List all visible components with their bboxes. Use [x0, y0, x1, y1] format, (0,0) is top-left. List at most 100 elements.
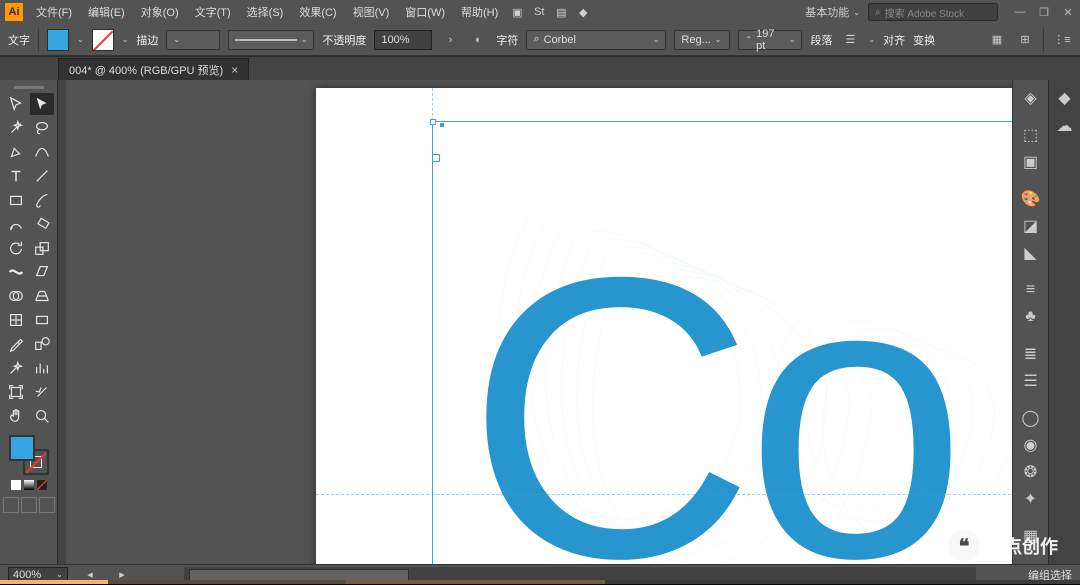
rectangle-tool[interactable]: [4, 189, 28, 211]
cloud-icon[interactable]: ☁: [1052, 114, 1078, 138]
maximize-button[interactable]: ❐: [1032, 0, 1056, 24]
opacity-popup-button[interactable]: ›: [440, 30, 460, 50]
shape-builder-tool[interactable]: [4, 285, 28, 307]
selection-tool[interactable]: [4, 93, 28, 115]
text-origin-handle[interactable]: [432, 154, 440, 162]
color-panel-icon[interactable]: 🎨: [1018, 187, 1044, 211]
hand-tool[interactable]: [4, 405, 28, 427]
anchor-point-icon[interactable]: [440, 123, 444, 127]
lasso-tool[interactable]: [30, 117, 54, 139]
artboard[interactable]: Co: [316, 88, 1012, 564]
eyedropper-tool[interactable]: [4, 333, 28, 355]
font-family-input[interactable]: ⌕ Corbel⌄: [526, 30, 666, 50]
paragraph-panel-icon[interactable]: ☰: [840, 30, 860, 50]
font-style-input[interactable]: Reg...⌄: [674, 30, 730, 50]
symbols-panel-icon[interactable]: ♣: [1018, 305, 1044, 329]
brushes-panel-icon[interactable]: ≣: [1018, 342, 1044, 366]
line-segment-tool[interactable]: [30, 165, 54, 187]
color-mode-gradient[interactable]: [23, 479, 35, 491]
pen-tool[interactable]: [4, 141, 28, 163]
opacity-input[interactable]: 100%: [374, 30, 432, 50]
fill-indicator[interactable]: [9, 435, 35, 461]
color-mode-none[interactable]: [36, 479, 48, 491]
stock-search-input[interactable]: ⌕ 搜索 Adobe Stock: [868, 3, 998, 21]
zoom-tool[interactable]: [30, 405, 54, 427]
menu-type[interactable]: 文字(T): [187, 0, 239, 24]
menu-select[interactable]: 选择(S): [239, 0, 292, 24]
blend-tool[interactable]: [30, 333, 54, 355]
close-button[interactable]: ✕: [1056, 0, 1080, 24]
magic-wand-tool[interactable]: [4, 117, 28, 139]
draw-behind[interactable]: [21, 497, 37, 513]
align-label: 对齐: [883, 32, 905, 48]
gpu-icon[interactable]: ◆: [572, 6, 594, 19]
menu-object[interactable]: 对象(O): [133, 0, 187, 24]
draw-inside[interactable]: [39, 497, 55, 513]
isolate-icon[interactable]: ▦: [987, 30, 1007, 50]
transform-panel-icon[interactable]: ✦: [1018, 487, 1044, 511]
shaper-tool[interactable]: [4, 213, 28, 235]
menu-view[interactable]: 视图(V): [345, 0, 398, 24]
perspective-grid-tool[interactable]: [30, 285, 54, 307]
watermark: ❝ 整点创作: [948, 530, 1058, 562]
menu-help[interactable]: 帮助(H): [453, 0, 506, 24]
artboard-tool[interactable]: [4, 381, 28, 403]
artwork-text[interactable]: Co: [466, 188, 957, 564]
canvas-viewport[interactable]: Co: [66, 80, 1012, 564]
graphic-styles-icon[interactable]: ❂: [1018, 460, 1044, 484]
menu-window[interactable]: 窗口(W): [397, 0, 453, 24]
direct-selection-tool[interactable]: [30, 93, 54, 115]
slice-tool[interactable]: [30, 381, 54, 403]
panel-grip-icon[interactable]: [14, 86, 44, 89]
transparency-panel-icon[interactable]: ◯: [1018, 406, 1044, 430]
layers-panel-icon[interactable]: ◈: [1018, 86, 1044, 110]
eraser-tool[interactable]: [30, 213, 54, 235]
asset-export-icon[interactable]: ⬚: [1018, 123, 1044, 147]
more-options-icon[interactable]: ⋮≡: [1052, 30, 1072, 50]
gradient-tool[interactable]: [30, 309, 54, 331]
appearance-panel-icon[interactable]: ◉: [1018, 433, 1044, 457]
guide-horizontal: [316, 494, 1012, 495]
overflow-icon[interactable]: ⊞: [1015, 30, 1035, 50]
fill-swatch[interactable]: [47, 29, 69, 51]
scale-tool[interactable]: [30, 237, 54, 259]
width-tool[interactable]: [4, 261, 28, 283]
close-icon[interactable]: ×: [231, 63, 238, 77]
recolor-icon[interactable]: ◐: [468, 30, 488, 50]
mesh-tool[interactable]: [4, 309, 28, 331]
workspace-switcher[interactable]: 基本功能 ⌄: [797, 4, 868, 20]
align-panel-icon[interactable]: ☰: [1018, 369, 1044, 393]
menu-edit[interactable]: 编辑(E): [80, 0, 133, 24]
document-tab[interactable]: 004* @ 400% (RGB/GPU 预览) ×: [58, 58, 249, 80]
swatches-panel-icon[interactable]: ◪: [1018, 214, 1044, 238]
document-tab-strip: 004* @ 400% (RGB/GPU 预览) ×: [0, 56, 1080, 80]
artboards-panel-icon[interactable]: ▣: [1018, 150, 1044, 174]
free-transform-tool[interactable]: [30, 261, 54, 283]
bridge-icon[interactable]: ▣: [506, 6, 528, 19]
selection-handle-icon[interactable]: [430, 119, 436, 125]
arrange-icon[interactable]: ▤: [550, 6, 572, 19]
paintbrush-tool[interactable]: [30, 189, 54, 211]
minimize-button[interactable]: —: [1008, 0, 1032, 24]
type-tool[interactable]: [4, 165, 28, 187]
rotate-tool[interactable]: [4, 237, 28, 259]
column-graph-tool[interactable]: [30, 357, 54, 379]
taskbar-sliver: [0, 580, 1080, 584]
stroke-weight-input[interactable]: ⌄: [166, 30, 220, 50]
menu-effect[interactable]: 效果(C): [291, 0, 344, 24]
stroke-swatch[interactable]: [92, 29, 114, 51]
stock-icon[interactable]: St: [528, 6, 550, 18]
search-icon: ⌕: [533, 33, 539, 46]
draw-normal[interactable]: [3, 497, 19, 513]
font-size-input[interactable]: ⌃197 pt⌄: [738, 30, 802, 50]
color-guide-icon[interactable]: ◣: [1018, 241, 1044, 265]
curvature-tool[interactable]: [30, 141, 54, 163]
symbol-sprayer-tool[interactable]: [4, 357, 28, 379]
variable-width-profile[interactable]: ⌄: [228, 30, 314, 50]
fill-stroke-indicator[interactable]: [9, 435, 49, 475]
menu-file[interactable]: 文件(F): [28, 0, 80, 24]
cc-libraries-icon[interactable]: ◆: [1052, 86, 1078, 110]
color-mode-solid[interactable]: [10, 479, 22, 491]
scrollbar-thumb[interactable]: [189, 569, 409, 581]
stroke-panel-icon[interactable]: ≡: [1018, 278, 1044, 302]
